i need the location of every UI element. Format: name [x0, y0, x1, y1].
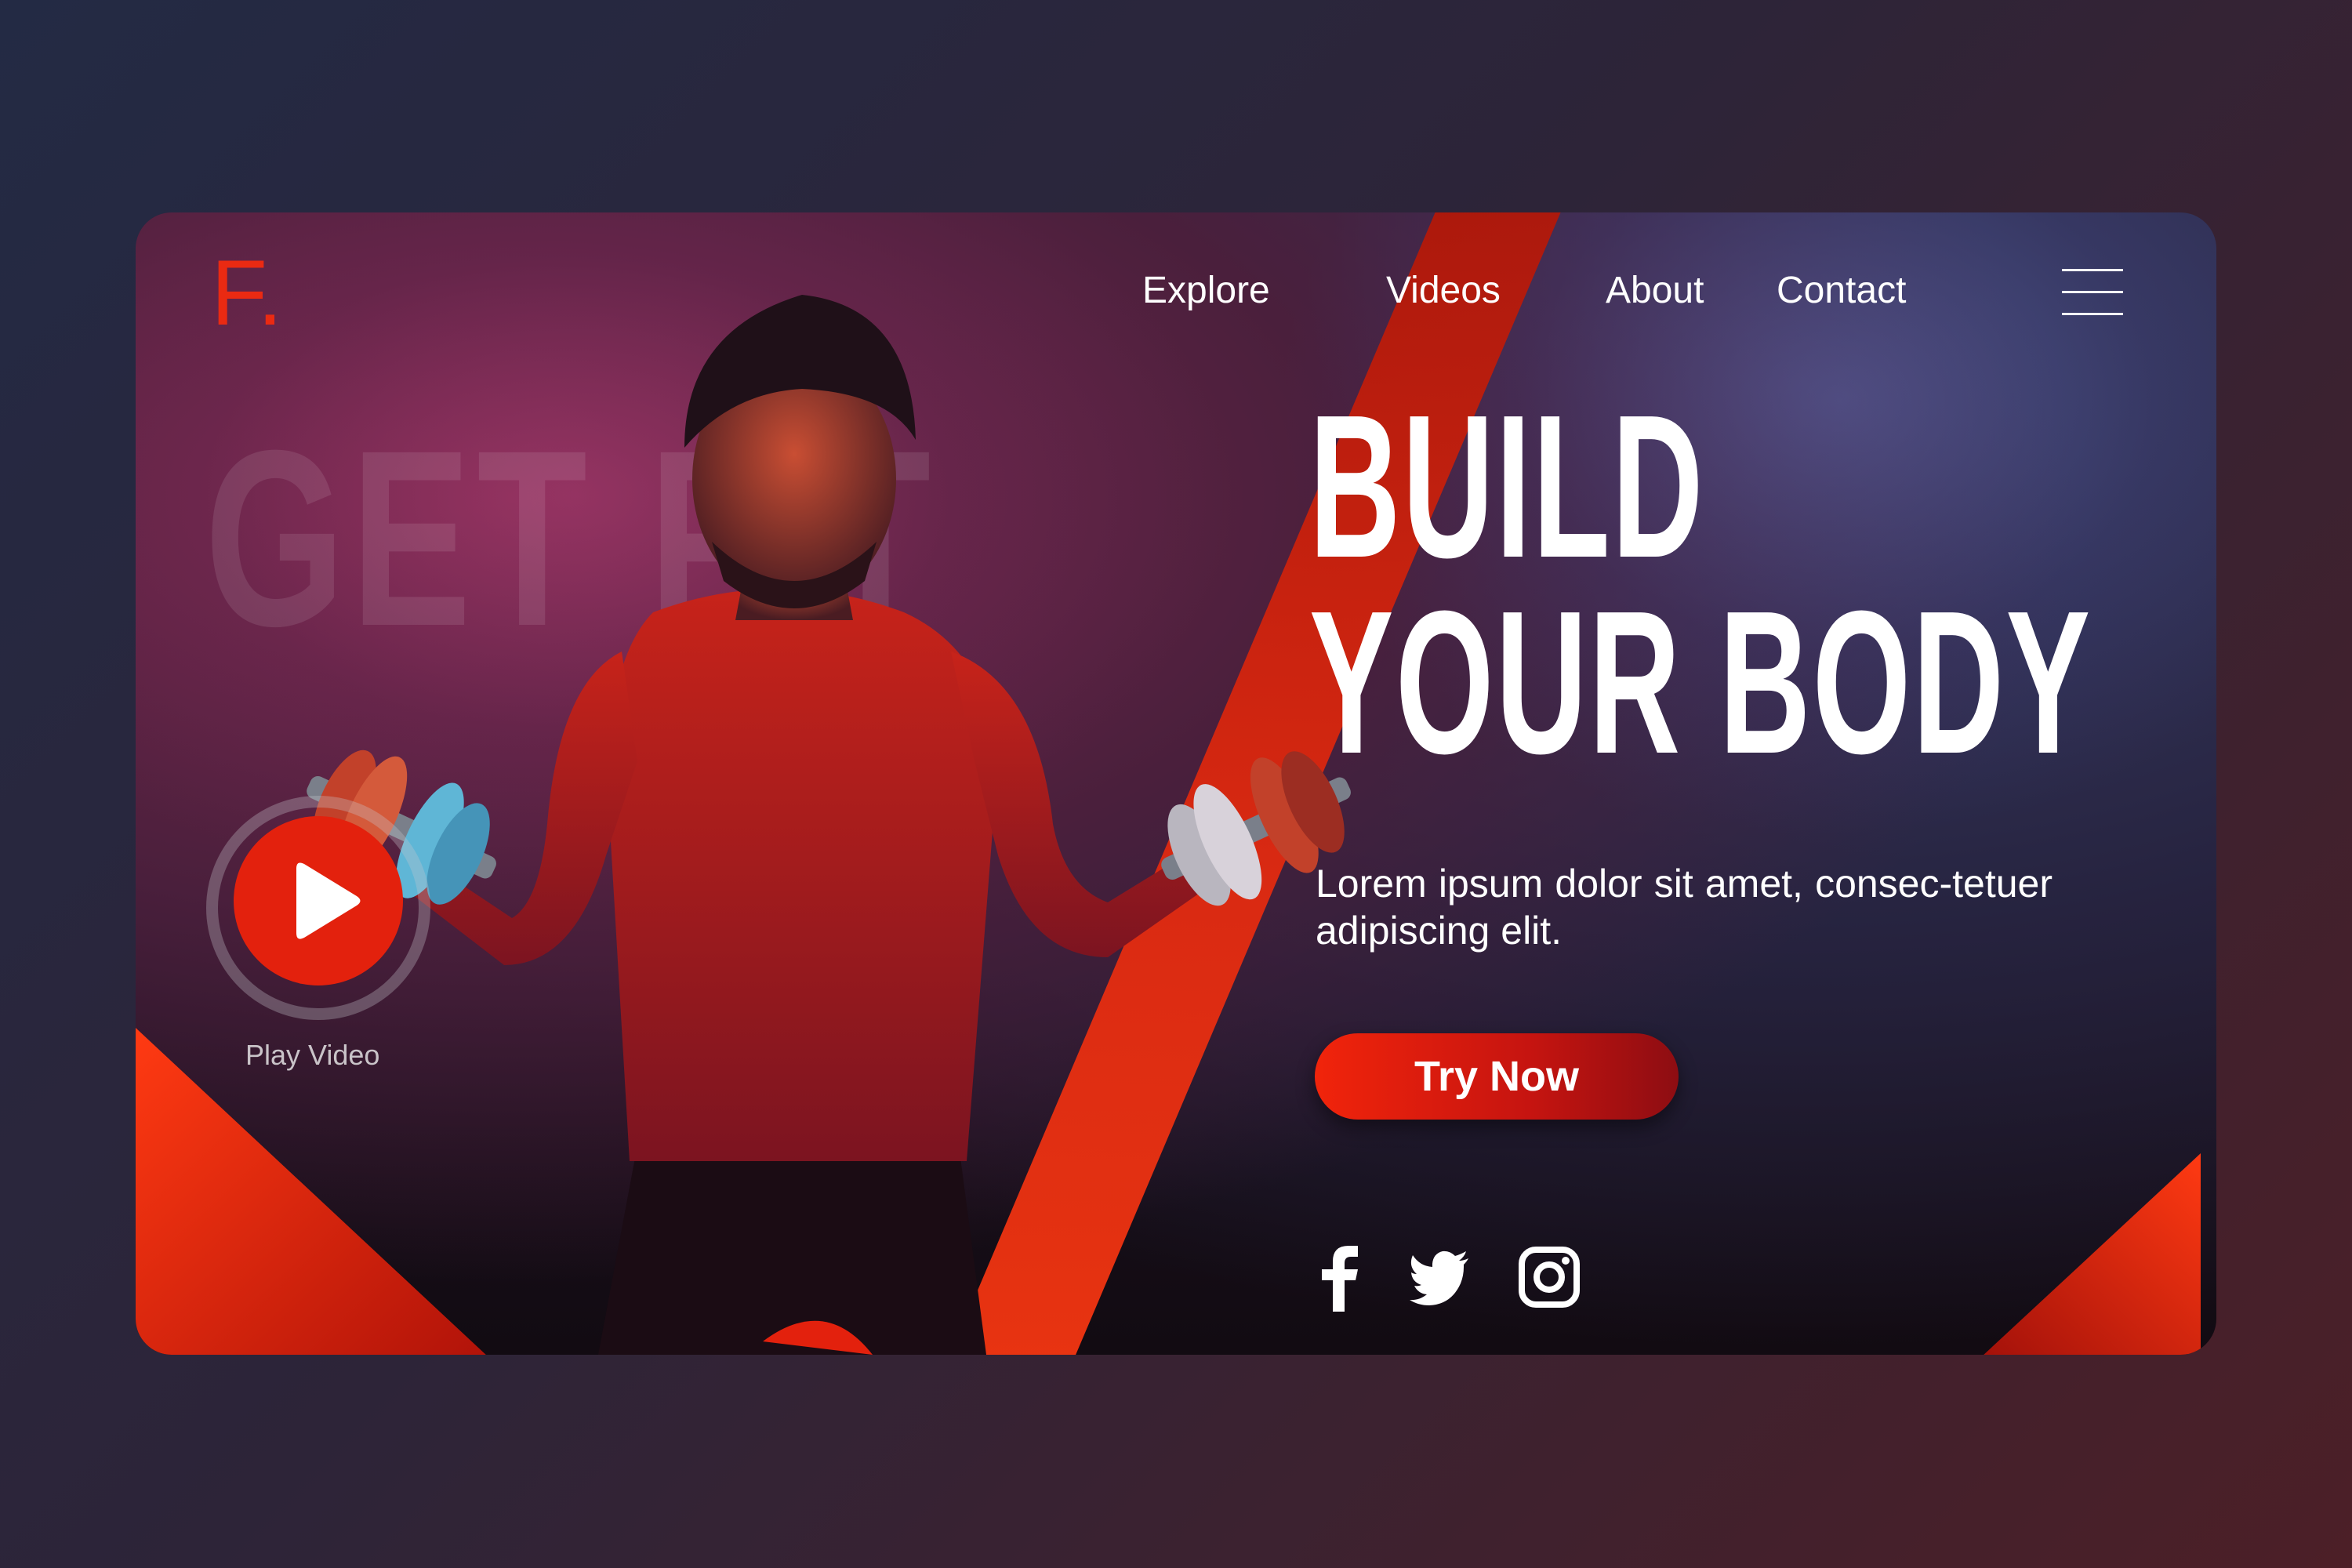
try-now-button[interactable]: Try Now	[1315, 1033, 1679, 1120]
play-icon	[296, 862, 361, 939]
twitter-icon[interactable]	[1409, 1243, 1472, 1313]
red-corner-triangle-right	[1984, 1153, 2201, 1355]
headline-line-1: BUILD	[1309, 373, 1705, 601]
nav-about[interactable]: About	[1606, 269, 1704, 312]
nav-contact[interactable]: Contact	[1777, 269, 1906, 312]
top-nav: Explore Videos About Contact	[136, 269, 2216, 316]
hero-headline: BUILD YOUR BODY	[1309, 373, 2092, 797]
instagram-icon[interactable]	[1518, 1243, 1581, 1313]
play-video-label: Play Video	[245, 1039, 380, 1071]
nav-explore[interactable]: Explore	[1142, 269, 1270, 312]
hero-description: Lorem ipsum dolor sit amet, consec-tetue…	[1316, 862, 2053, 953]
hero-card: GET FIT F. Explore Videos About Contact …	[136, 212, 2216, 1355]
facebook-icon[interactable]	[1309, 1243, 1372, 1313]
nav-videos[interactable]: Videos	[1386, 269, 1501, 312]
headline-line-2: YOUR BODY	[1309, 569, 2092, 797]
hamburger-icon[interactable]	[2062, 269, 2123, 316]
athlete-with-dumbbells-image	[307, 295, 1351, 1355]
play-video-button[interactable]	[206, 796, 430, 1020]
